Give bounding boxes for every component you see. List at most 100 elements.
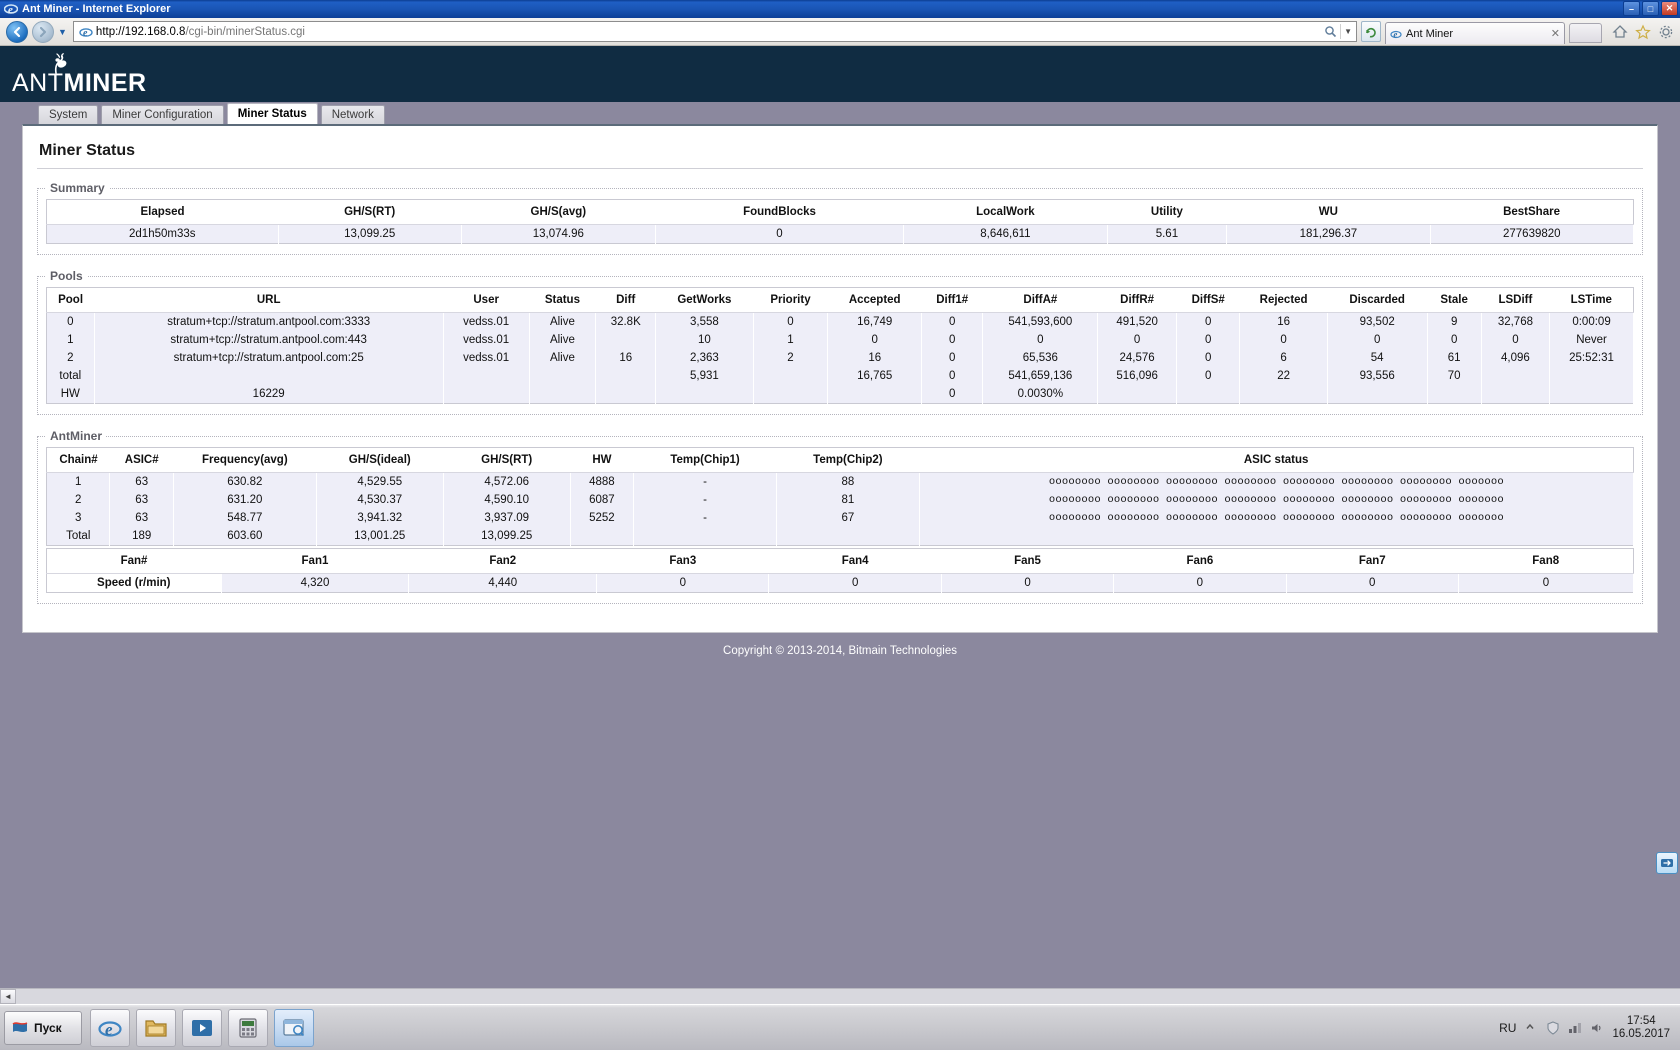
- back-button[interactable]: [6, 20, 28, 43]
- fan-table: Fan# Fan1 Fan2 Fan3 Fan4 Fan5 Fan6 Fan7 …: [46, 548, 1635, 593]
- scroll-left-arrow[interactable]: ◄: [0, 989, 16, 1004]
- pool-cell: 16: [595, 349, 657, 367]
- chain-cell: 13,099.25: [443, 527, 571, 546]
- chain-cell: -: [633, 491, 777, 509]
- chevron-up-icon[interactable]: [1524, 1021, 1538, 1035]
- horizontal-scrollbar[interactable]: ◄: [0, 988, 1680, 1004]
- pool-cell: 541,659,136: [982, 367, 1099, 385]
- pool-cell: 0: [921, 367, 984, 385]
- page-viewport: ANTMINER System Miner Configuration Mine…: [0, 46, 1680, 986]
- pool-cell: 16: [1239, 312, 1328, 331]
- summary-header-cell: BestShare: [1430, 199, 1634, 225]
- chain-cell: 63: [109, 491, 174, 509]
- window-title: Ant Miner - Internet Explorer: [22, 3, 171, 15]
- main-content: Miner Status Summary Elapsed GH/S(RT) GH…: [22, 124, 1658, 633]
- pool-cell: [1097, 385, 1177, 404]
- tab-favicon: e: [1390, 28, 1402, 40]
- summary-cell-foundblocks: 0: [655, 224, 905, 244]
- pool-cell: 0: [1327, 331, 1428, 349]
- pool-cell: vedss.01: [443, 312, 530, 331]
- summary-cell-wu: 181,296.37: [1226, 224, 1431, 244]
- start-button[interactable]: Пуск: [4, 1010, 82, 1045]
- antminer-header-cell: HW: [570, 447, 634, 473]
- browser-tab[interactable]: e Ant Miner ✕: [1385, 22, 1565, 44]
- fan-header-cell: Fan1: [221, 548, 409, 574]
- network-icon[interactable]: [1568, 1021, 1582, 1035]
- pool-cell: 0: [1239, 331, 1328, 349]
- history-dropdown-icon[interactable]: ▼: [58, 27, 67, 37]
- table-row: 0 stratum+tcp://stratum.antpool.com:3333…: [46, 312, 1634, 331]
- chevron-down-icon[interactable]: ▼: [1344, 27, 1352, 36]
- pool-cell: 516,096: [1097, 367, 1177, 385]
- start-button-label: Пуск: [34, 1020, 62, 1035]
- pool-cell-url: stratum+tcp://stratum.antpool.com:443: [94, 331, 444, 349]
- pool-cell: [1176, 385, 1241, 404]
- address-bar[interactable]: e http://192.168.0.8/cgi-bin/minerStatus…: [72, 21, 1357, 42]
- pool-cell-url: [94, 367, 444, 385]
- pool-cell: [753, 385, 829, 404]
- internet-explorer-icon: e: [4, 2, 18, 16]
- chain-cell: 3: [46, 509, 111, 527]
- maximize-button[interactable]: □: [1642, 1, 1659, 16]
- table-row-total: total 5,931 16,765 0 541,659,136 516,096…: [46, 367, 1634, 385]
- language-indicator[interactable]: RU: [1499, 1021, 1516, 1035]
- taskbar-internet-explorer-icon[interactable]: e: [90, 1008, 130, 1047]
- summary-cell-bestshare: 277639820: [1430, 224, 1635, 244]
- star-icon[interactable]: [1635, 24, 1651, 40]
- summary-cell-localwork: 8,646,611: [903, 224, 1108, 244]
- home-icon[interactable]: [1612, 24, 1628, 40]
- tab-system[interactable]: System: [38, 105, 99, 124]
- taskbar-media-player-icon[interactable]: [182, 1008, 222, 1047]
- pool-cell: [1549, 367, 1634, 385]
- pool-cell: 0: [46, 312, 95, 331]
- pool-cell: 61: [1427, 349, 1482, 367]
- pools-header-cell: Diff: [595, 287, 656, 313]
- pool-cell-url: stratum+tcp://stratum.antpool.com:3333: [94, 312, 444, 331]
- svg-text:e: e: [1393, 29, 1397, 39]
- taskbar-calculator-icon[interactable]: [228, 1008, 268, 1047]
- pool-cell: 0: [1176, 349, 1241, 367]
- pools-header-cell: Status: [529, 287, 596, 313]
- pool-cell: Alive: [529, 331, 597, 349]
- taskbar-file-explorer-icon[interactable]: [136, 1008, 176, 1047]
- pools-header-cell: LSTime: [1549, 287, 1634, 313]
- pool-cell: 6: [1239, 349, 1328, 367]
- pool-cell: 0: [921, 385, 984, 404]
- tab-close-icon[interactable]: ✕: [1551, 27, 1560, 40]
- fan-row-label: Speed (r/min): [46, 573, 222, 593]
- tab-miner-configuration[interactable]: Miner Configuration: [101, 105, 224, 124]
- pools-header-cell: Diff1#: [921, 287, 983, 313]
- volume-icon[interactable]: [1590, 1021, 1604, 1035]
- tab-network[interactable]: Network: [320, 105, 385, 124]
- clock-date: 16.05.2017: [1612, 1027, 1670, 1040]
- address-text[interactable]: http://192.168.0.8/cgi-bin/minerStatus.c…: [96, 26, 1324, 38]
- new-tab-button[interactable]: [1569, 23, 1602, 43]
- address-path: /cgi-bin/minerStatus.cgi: [185, 25, 305, 38]
- chain-cell: 4,572.06: [443, 472, 571, 491]
- forward-button[interactable]: [32, 20, 54, 43]
- chain-cell: 88: [776, 472, 920, 491]
- clock[interactable]: 17:54 16.05.2017: [1612, 1015, 1670, 1041]
- gear-icon[interactable]: [1658, 24, 1674, 40]
- asic-status-cell: oooooooo oooooooo oooooooo oooooooo oooo…: [919, 491, 1635, 509]
- taskbar-items: e: [90, 1008, 314, 1047]
- tab-miner-status[interactable]: Miner Status: [226, 103, 318, 124]
- search-icon[interactable]: [1324, 25, 1337, 38]
- fan-header-cell: Fan5: [941, 548, 1114, 574]
- antminer-header-cell: GH/S(RT): [443, 447, 571, 473]
- refresh-button[interactable]: [1361, 21, 1381, 42]
- svg-text:e: e: [105, 1020, 113, 1039]
- pool-cell: 0: [921, 331, 984, 349]
- minimize-button[interactable]: –: [1623, 1, 1640, 16]
- summary-header-cell: GH/S(RT): [278, 199, 462, 225]
- pool-cell: 16,765: [827, 367, 922, 385]
- antminer-header-row: Chain# ASIC# Frequency(avg) GH/S(ideal) …: [46, 447, 1634, 473]
- pools-header-cell: Priority: [753, 287, 828, 313]
- close-button[interactable]: ✕: [1661, 1, 1678, 16]
- pool-cell: 9: [1427, 312, 1482, 331]
- taskbar-browser-window-icon[interactable]: [274, 1008, 314, 1047]
- pool-cell: [1549, 385, 1634, 404]
- taskbar: Пуск e RU 17:54 16.05.2017: [0, 1004, 1680, 1050]
- security-shield-icon[interactable]: [1546, 1020, 1560, 1035]
- sidebar-toggle-icon[interactable]: [1656, 852, 1678, 874]
